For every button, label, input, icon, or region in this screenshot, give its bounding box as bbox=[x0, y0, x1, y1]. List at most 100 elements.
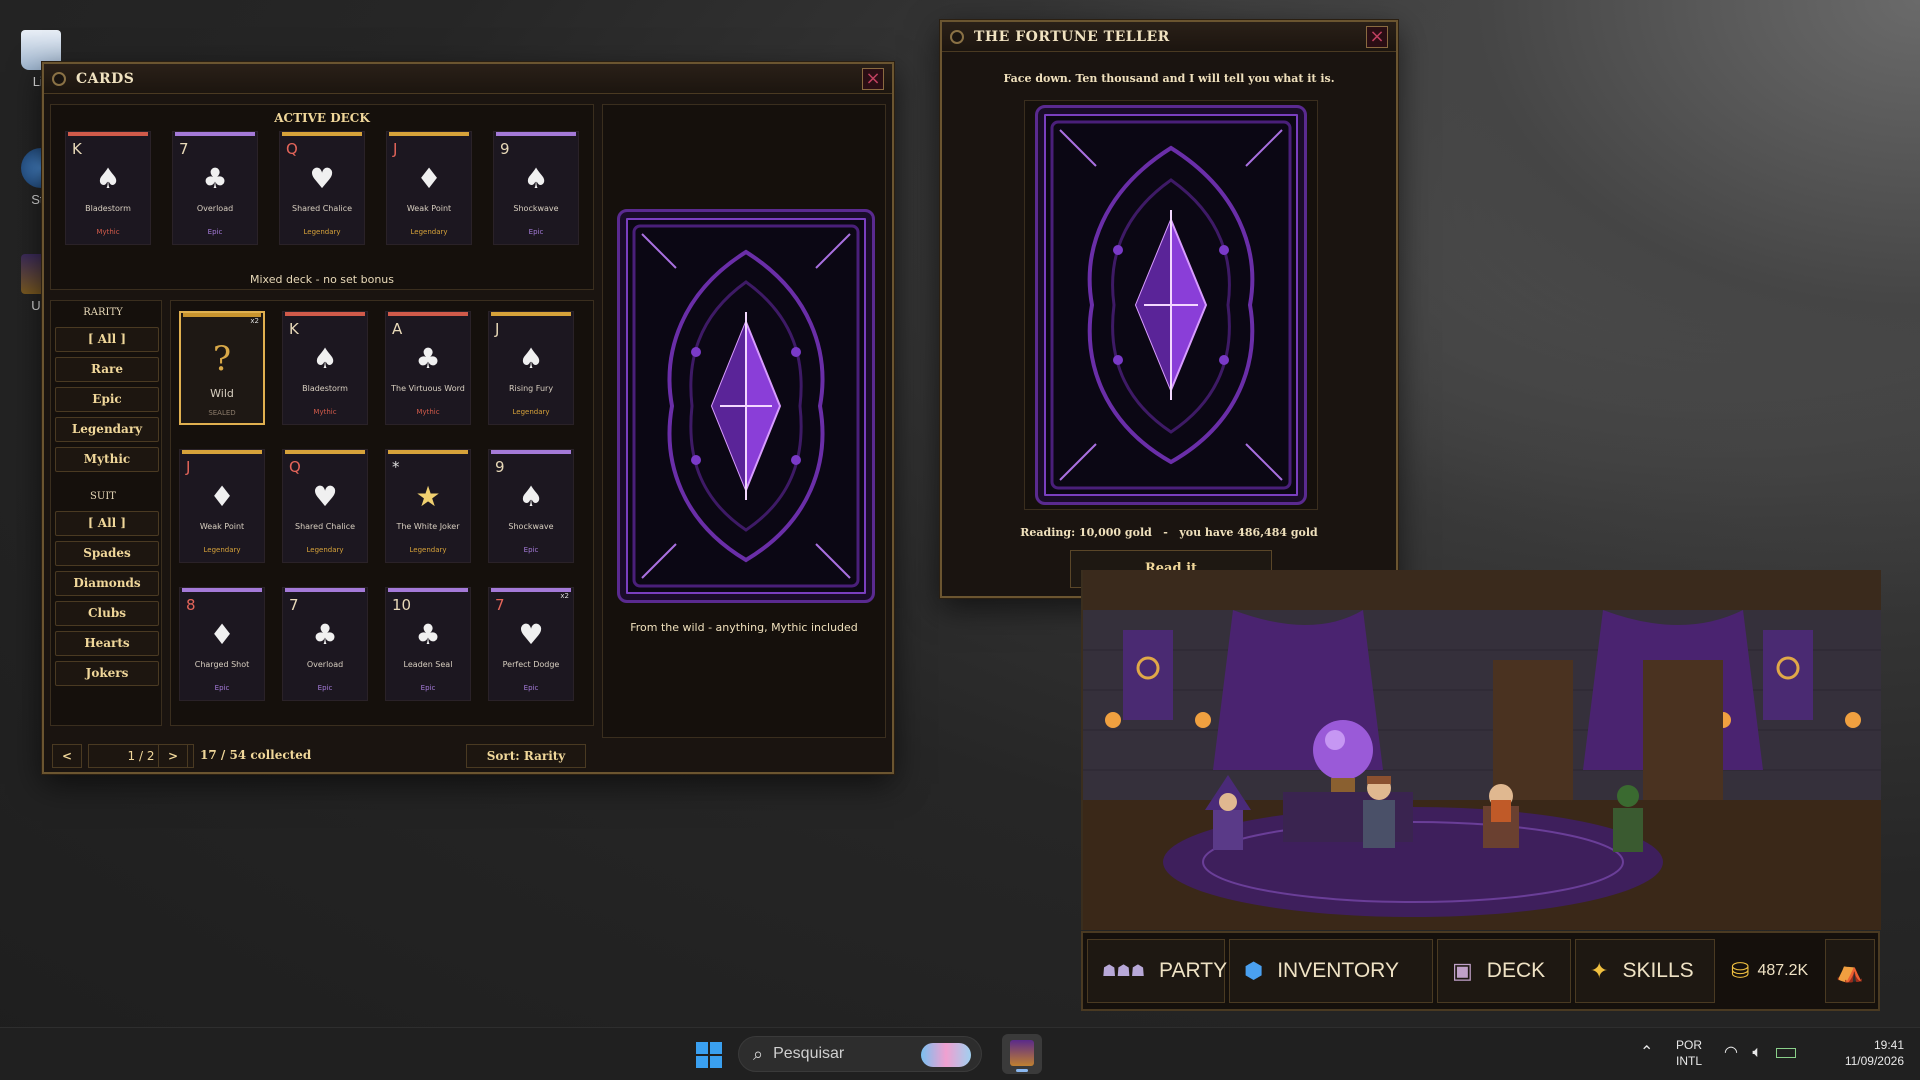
system-tray[interactable]: ◠ 🔈︎ bbox=[1724, 1042, 1797, 1062]
rarity-filter-all[interactable]: [ All ] bbox=[55, 327, 159, 352]
rarity-filter-legendary[interactable]: Legendary bbox=[55, 417, 159, 442]
card-rank: 7 bbox=[179, 140, 189, 158]
card[interactable]: 7 ♣ Overload Epic bbox=[172, 131, 258, 245]
card-preview-panel: From the wild - anything, Mythic include… bbox=[602, 104, 886, 738]
card[interactable]: 9 ♠ Shockwave Epic bbox=[493, 131, 579, 245]
card-suit-icon: ♥ bbox=[309, 162, 335, 195]
inventory-gem-icon: ⬢ bbox=[1244, 958, 1264, 983]
card[interactable]: A ♣ The Virtuous Word Mythic bbox=[385, 311, 471, 425]
gold-counter: ⛁ 487.2K bbox=[1719, 939, 1821, 1003]
card-rank: Q bbox=[286, 140, 298, 158]
fortune-shop-scene bbox=[1081, 570, 1881, 930]
suit-filter-clubs[interactable]: Clubs bbox=[55, 601, 159, 626]
fortune-window-titlebar[interactable]: THE FORTUNE TELLER × bbox=[942, 22, 1396, 52]
filters-panel: RARITY [ All ] Rare Epic Legendary Mythic SU… bbox=[50, 300, 162, 726]
fortune-card-art bbox=[1050, 120, 1292, 490]
card[interactable]: K ♠ Bladestorm Mythic bbox=[282, 311, 368, 425]
suit-filter-diamonds[interactable]: Diamonds bbox=[55, 571, 159, 596]
card[interactable]: J ♦ Weak Point Legendary bbox=[386, 131, 472, 245]
card[interactable]: * ★ The White Joker Legendary bbox=[385, 449, 471, 563]
start-button[interactable] bbox=[696, 1042, 722, 1068]
taskbar-search[interactable]: ⌕ Pesquisar bbox=[738, 1036, 982, 1072]
fortune-window-title: THE FORTUNE TELLER bbox=[974, 28, 1170, 45]
windows-logo-tile bbox=[710, 1042, 722, 1054]
language-indicator[interactable]: POR INTL bbox=[1676, 1037, 1702, 1069]
suit-filter-spades[interactable]: Spades bbox=[55, 541, 159, 566]
prev-page-button[interactable]: < bbox=[52, 744, 82, 768]
card[interactable]: J ♠ Rising Fury Legendary bbox=[488, 311, 574, 425]
close-button[interactable]: × bbox=[1366, 25, 1388, 48]
card-rarity-bar bbox=[182, 588, 262, 592]
close-button[interactable]: × bbox=[862, 67, 884, 90]
rarity-filter-rare[interactable]: Rare bbox=[55, 357, 159, 382]
card-rank: 10 bbox=[392, 596, 412, 614]
skills-button[interactable]: ✦ SKILLS bbox=[1575, 939, 1715, 1003]
card[interactable]: 7 ♥ Perfect Dodge Epic x2 bbox=[488, 587, 574, 701]
game-app-icon bbox=[1010, 1040, 1034, 1066]
card-suit-icon: ♠ bbox=[312, 342, 338, 375]
card-rarity-bar bbox=[285, 588, 365, 592]
card-rarity-bar bbox=[496, 132, 576, 136]
suit-filter-jokers[interactable]: Jokers bbox=[55, 661, 159, 686]
card[interactable]: 7 ♣ Overload Epic bbox=[282, 587, 368, 701]
windows-logo-tile bbox=[710, 1056, 722, 1068]
card[interactable]: J ♦ Weak Point Legendary bbox=[179, 449, 265, 563]
game-nav-bar: ☗☗☗ PARTY ⬢ INVENTORY ▣ DECK ✦ SKILLS ⛁ … bbox=[1081, 931, 1880, 1011]
card-name: Shockwave bbox=[508, 522, 554, 531]
deck-bonus-text: Mixed deck - no set bonus bbox=[250, 273, 394, 286]
taskbar-game-app[interactable] bbox=[1002, 1034, 1042, 1074]
suit-filter-hearts[interactable]: Hearts bbox=[55, 631, 159, 656]
inventory-button[interactable]: ⬢ INVENTORY bbox=[1229, 939, 1433, 1003]
card-rarity: Epic bbox=[523, 546, 539, 554]
fortune-card-frame bbox=[1024, 100, 1318, 510]
window-emblem-icon bbox=[52, 71, 66, 86]
card-name: Shared Chalice bbox=[291, 204, 353, 213]
shop-button[interactable]: ⛺ bbox=[1825, 939, 1875, 1003]
card-count-badge: x2 bbox=[250, 317, 259, 325]
rarity-filter-mythic[interactable]: Mythic bbox=[55, 447, 159, 472]
card[interactable]: Q ♥ Shared Chalice Legendary bbox=[282, 449, 368, 563]
suit-filter-label: SUIT bbox=[90, 491, 116, 502]
language-code: POR bbox=[1676, 1038, 1703, 1052]
card-rarity-bar bbox=[491, 450, 571, 454]
card-name: The White Joker bbox=[396, 522, 460, 531]
deck-button[interactable]: ▣ DECK bbox=[1437, 939, 1571, 1003]
card-suit-icon: ♠ bbox=[518, 342, 544, 375]
card[interactable]: Q ♥ Shared Chalice Legendary bbox=[279, 131, 365, 245]
party-button[interactable]: ☗☗☗ PARTY bbox=[1087, 939, 1227, 1003]
next-page-button[interactable]: > bbox=[158, 744, 188, 768]
card-suit-icon: ♣ bbox=[415, 618, 441, 651]
card[interactable]: 8 ♦ Charged Shot Epic bbox=[179, 587, 265, 701]
close-icon: × bbox=[1369, 25, 1385, 47]
card-rarity-bar bbox=[388, 450, 468, 454]
card-suit-icon: ♦ bbox=[209, 618, 235, 651]
active-deck-panel: ACTIVE DECK K ♠ Bladestorm Mythic 7 ♣ Overload… bbox=[50, 104, 594, 290]
card-rarity: SEALED bbox=[208, 409, 236, 417]
gold-coins-icon: ⛁ bbox=[1731, 958, 1750, 983]
show-hidden-icons-button[interactable]: ⌃ bbox=[1640, 1042, 1653, 1062]
card[interactable]: 10 ♣ Leaden Seal Epic bbox=[385, 587, 471, 701]
card[interactable]: 9 ♠ Shockwave Epic bbox=[488, 449, 574, 563]
rarity-filter-epic[interactable]: Epic bbox=[55, 387, 159, 412]
card[interactable]: K ♠ Bladestorm Mythic bbox=[65, 131, 151, 245]
suit-filter-all[interactable]: [ All ] bbox=[55, 511, 159, 536]
windows-logo-tile bbox=[696, 1056, 708, 1068]
skills-label: SKILLS bbox=[1622, 959, 1694, 982]
card-rarity-bar bbox=[285, 312, 365, 316]
cards-window-titlebar[interactable]: CARDS × bbox=[44, 64, 892, 94]
card-rarity: Legendary bbox=[203, 546, 241, 554]
wifi-icon: ◠ bbox=[1724, 1044, 1738, 1061]
sort-button[interactable]: Sort: Rarity bbox=[466, 744, 586, 768]
card-rarity-bar bbox=[388, 588, 468, 592]
card[interactable]: ? Wild SEALED x2 bbox=[179, 311, 265, 425]
card-name: Wild bbox=[210, 387, 234, 400]
card-rarity: Epic bbox=[317, 684, 333, 692]
deck-icon: ▣ bbox=[1452, 958, 1473, 983]
card-back-preview bbox=[617, 209, 875, 603]
card-rank: A bbox=[392, 320, 403, 338]
card-rarity: Mythic bbox=[416, 408, 440, 416]
clock[interactable]: 19:41 11/09/2026 bbox=[1824, 1037, 1904, 1069]
card-rank: 9 bbox=[495, 458, 505, 476]
running-indicator bbox=[1016, 1069, 1028, 1072]
card-suit-icon: ♠ bbox=[95, 162, 121, 195]
